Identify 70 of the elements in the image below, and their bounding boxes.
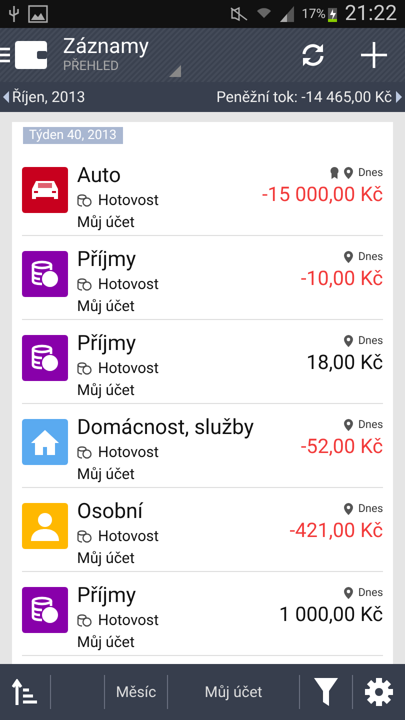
coins-icon xyxy=(77,194,92,206)
filter-icon xyxy=(314,678,338,706)
location-pin-icon xyxy=(344,166,354,178)
record-amount: -421,00 Kč xyxy=(290,518,383,542)
coins-icon xyxy=(30,259,60,289)
wallet-icon xyxy=(15,41,47,69)
record-date: Dnes xyxy=(358,250,383,263)
payment-type: Hotovost xyxy=(98,526,159,547)
category-name: Příjmy xyxy=(77,247,137,273)
payment-type: Hotovost xyxy=(98,274,159,295)
account-filter[interactable]: Můj účet xyxy=(168,664,299,720)
record-amount: -15 000,00 Kč xyxy=(262,182,383,206)
car-icon xyxy=(30,179,60,201)
record-amount: 1 000,00 Kč xyxy=(278,602,383,626)
coins-icon xyxy=(77,614,92,626)
plus-icon xyxy=(361,42,387,68)
coins-icon xyxy=(30,595,60,625)
account-name: Můj účet xyxy=(77,548,136,569)
account-name: Můj účet xyxy=(77,632,136,653)
category-name: Příjmy xyxy=(77,331,137,357)
previous-period-button[interactable]: Říjen, 2013 xyxy=(3,82,86,112)
account-name: Můj účet xyxy=(77,212,136,233)
sort-icon xyxy=(12,679,38,705)
period-filter[interactable]: Měsíc xyxy=(105,664,167,720)
dropdown-corner-icon xyxy=(168,65,181,77)
record-amount: 18,00 Kč xyxy=(306,350,383,374)
record-date: Dnes xyxy=(358,334,383,347)
payment-type: Hotovost xyxy=(98,442,159,463)
coins-icon xyxy=(30,343,60,373)
usb-icon xyxy=(8,6,20,22)
category-name: Domácnost, služby xyxy=(77,415,255,441)
battery-percent: 17% xyxy=(302,6,326,22)
category-name: Příjmy xyxy=(77,583,137,609)
location-pin-icon xyxy=(344,334,354,346)
coins-icon xyxy=(77,278,92,290)
coins-icon xyxy=(77,530,92,542)
right-arrow-icon xyxy=(396,91,402,103)
category-name: Osobní xyxy=(77,499,144,525)
account-name: Můj účet xyxy=(77,380,136,401)
sync-icon xyxy=(300,42,326,68)
category-name: Auto xyxy=(77,163,122,189)
location-pin-icon xyxy=(344,418,354,430)
payment-type: Hotovost xyxy=(98,190,159,211)
coins-icon xyxy=(77,362,92,374)
coins-icon xyxy=(77,446,92,458)
left-arrow-icon xyxy=(3,91,9,103)
record-amount: -52,00 Kč xyxy=(300,434,383,458)
record-date: Dnes xyxy=(358,166,383,179)
battery-charging-icon xyxy=(328,6,337,22)
location-pin-icon xyxy=(344,250,354,262)
record-date: Dnes xyxy=(358,586,383,599)
location-pin-icon xyxy=(344,502,354,514)
account-name: Můj účet xyxy=(77,296,136,317)
record-amount: -10,00 Kč xyxy=(300,266,383,290)
clock: 21:22 xyxy=(344,2,397,26)
payment-type: Hotovost xyxy=(98,358,159,379)
mute-icon xyxy=(230,7,248,21)
next-period-button[interactable]: Peněžní tok: -14 465,00 Kč xyxy=(216,82,402,112)
person-icon xyxy=(30,511,60,541)
record-date: Dnes xyxy=(358,418,383,431)
payment-type: Hotovost xyxy=(98,610,159,631)
week-header: Týden 40, 2013 xyxy=(23,127,123,144)
location-pin-icon xyxy=(344,586,354,598)
account-name: Můj účet xyxy=(77,464,136,485)
award-icon xyxy=(330,166,340,178)
record-date: Dnes xyxy=(358,502,383,515)
image-icon xyxy=(28,5,48,23)
menu-icon xyxy=(0,47,10,63)
signal-icon xyxy=(280,6,294,22)
house-icon xyxy=(30,428,60,456)
